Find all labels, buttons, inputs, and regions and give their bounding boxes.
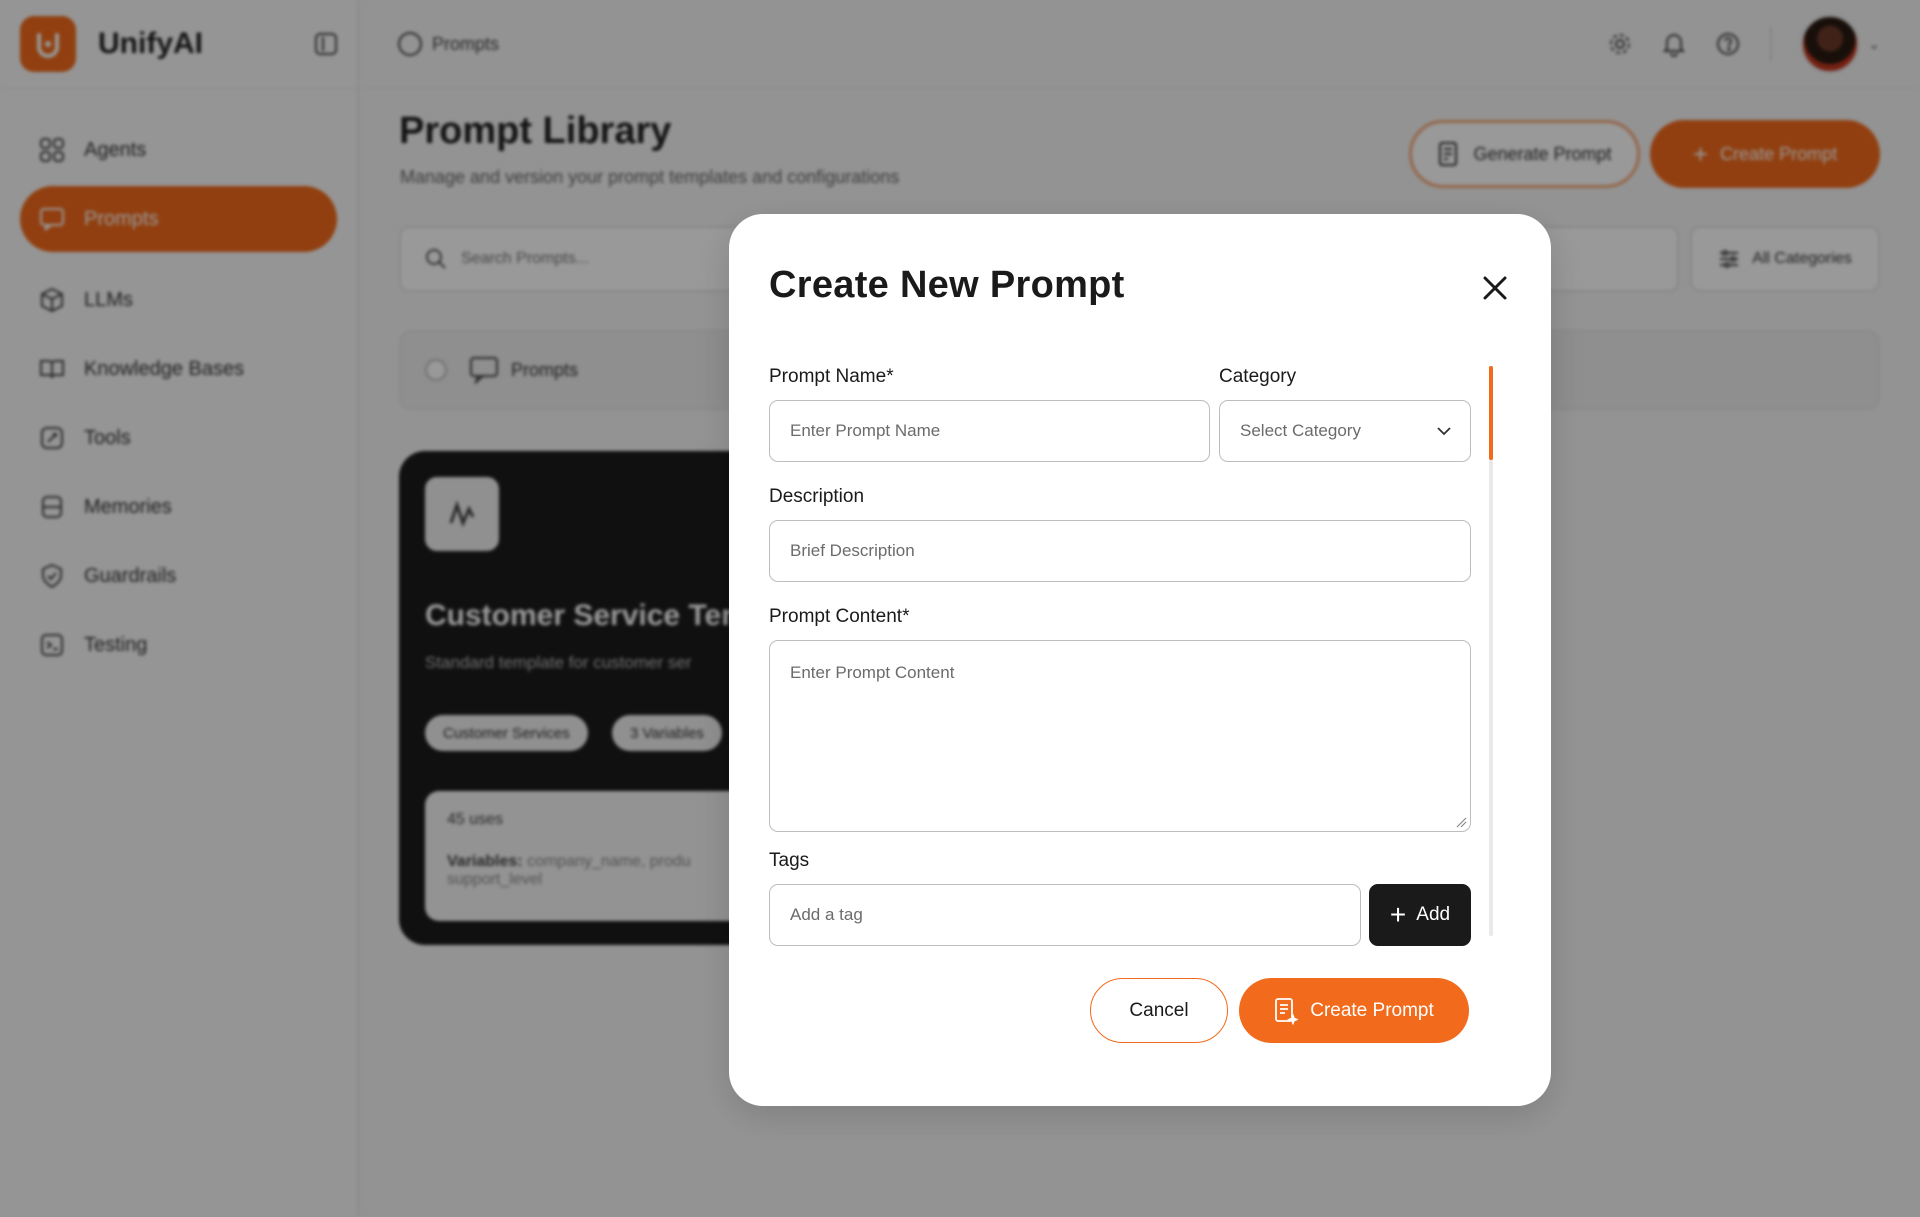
- modal-title: Create New Prompt: [769, 264, 1125, 306]
- prompt-content-textarea[interactable]: Enter Prompt Content: [769, 640, 1471, 832]
- prompt-name-label: Prompt Name*: [769, 366, 894, 387]
- modal-scrollbar-thumb[interactable]: [1489, 366, 1493, 460]
- prompt-content-placeholder: Enter Prompt Content: [790, 663, 955, 682]
- description-placeholder: Brief Description: [790, 541, 915, 560]
- cancel-label: Cancel: [1129, 999, 1189, 1021]
- add-tag-label: Add: [1416, 904, 1451, 925]
- app-background: UnifyAI Agents Prompts LLMs Knowledge Ba…: [0, 0, 1920, 1217]
- create-prompt-label: Create Prompt: [1310, 999, 1434, 1021]
- resize-grip-icon[interactable]: [1455, 816, 1467, 828]
- add-tag-button[interactable]: + Add: [1369, 884, 1471, 946]
- prompt-content-label: Prompt Content*: [769, 606, 910, 627]
- tags-label: Tags: [769, 850, 810, 871]
- plus-icon: +: [1389, 899, 1407, 930]
- cancel-button[interactable]: Cancel: [1090, 978, 1228, 1043]
- create-prompt-modal: Create New Prompt Prompt Name* Enter Pro…: [729, 214, 1551, 1106]
- close-icon[interactable]: [1477, 270, 1513, 306]
- category-placeholder: Select Category: [1240, 421, 1361, 440]
- category-select[interactable]: Select Category: [1219, 400, 1471, 462]
- modal-form: Prompt Name* Enter Prompt Name Category …: [769, 348, 1485, 948]
- chevron-down-icon: [1436, 426, 1452, 436]
- category-label: Category: [1219, 366, 1297, 387]
- description-input[interactable]: Brief Description: [769, 520, 1471, 582]
- document-sparkle-icon: [1274, 997, 1299, 1025]
- tag-placeholder: Add a tag: [790, 905, 863, 924]
- description-label: Description: [769, 486, 865, 507]
- prompt-name-placeholder: Enter Prompt Name: [790, 421, 941, 440]
- create-prompt-button[interactable]: Create Prompt: [1239, 978, 1469, 1043]
- tag-input[interactable]: Add a tag: [769, 884, 1361, 946]
- prompt-name-input[interactable]: Enter Prompt Name: [769, 400, 1210, 462]
